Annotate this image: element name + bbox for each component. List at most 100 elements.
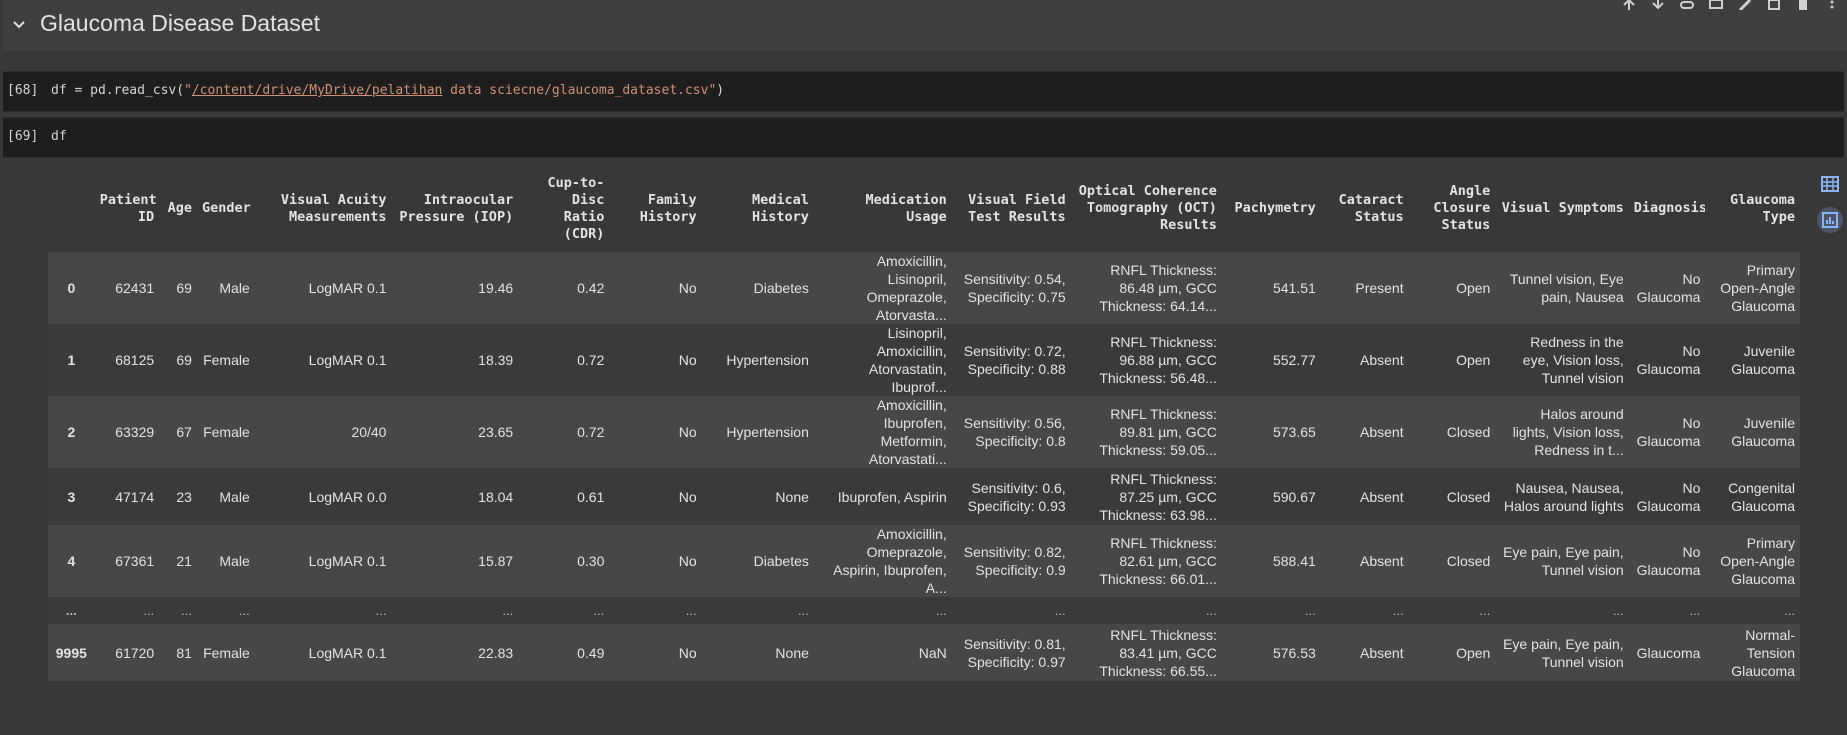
table-row: 9995 61720 81 Female LogMAR 0.1 22.83 0.49 No No… [48,624,1800,681]
table-cell: 19.46 [478,280,514,296]
code-string: .csv" [677,83,717,98]
chart-suggestion-icon [1822,212,1838,228]
table-cell: 20/40 [351,424,387,440]
column-header: Patient ID [99,191,157,225]
table-cell: Ibuprofen, Aspirin [837,488,947,505]
row-index: ... [65,603,77,618]
code-cell[interactable]: [69] df [3,117,1844,158]
table-cell: 68125 [115,352,155,368]
table-cell: ... [1304,602,1316,618]
delete-icon[interactable] [1796,0,1810,10]
link-icon[interactable] [1680,0,1694,10]
table-cell: 0.72 [577,424,605,440]
table-cell: Female [203,352,250,368]
more-vert-icon[interactable] [1825,0,1839,10]
table-cell: No Glaucoma [1636,479,1701,514]
table-cell: No [678,352,697,368]
table-cell: ... [798,602,809,618]
table-cell: No [678,553,697,569]
table-cell: 18.39 [478,352,514,368]
column-header: Family History [639,191,697,225]
table-cell: Sensitivity: 0.81, Specificity: 0.97 [963,635,1066,670]
table-cell: ... [181,602,192,618]
code-editor[interactable]: df [51,129,67,144]
table-cell: Closed [1446,553,1491,569]
edit-icon[interactable] [1738,0,1752,10]
table-cell: Female [203,424,250,440]
table-cell: ... [1392,602,1404,618]
table-cell: Amoxicillin, Omeprazole, Aspirin, Ibupro… [833,526,947,596]
table-cell: 63329 [115,424,155,440]
table-cell: Congenital Glaucoma [1728,479,1795,514]
mirror-cell-icon[interactable] [1767,0,1781,10]
table-cell: Primary Open-Angle Glaucoma [1720,535,1795,587]
table-cell: RNFL Thickness: 87.25 µm, GCC Thickness:… [1099,470,1217,523]
table-cell: Juvenile Glaucoma [1731,343,1795,377]
table-cell: 15.87 [478,553,514,569]
comment-icon[interactable] [1709,0,1723,10]
table-view-button[interactable] [1817,171,1843,197]
table-cell: 541.51 [1272,280,1316,296]
column-header: Angle Closure Status [1433,183,1491,233]
code-cell[interactable]: [68] df = pd.read_csv("/content/drive/My… [3,71,1844,112]
table-cell: Sensitivity: 0.82, Specificity: 0.9 [963,544,1066,578]
table-cell: Female [203,644,250,661]
table-cell: No Glaucoma [1636,544,1701,578]
table-cell: Open [1456,644,1491,661]
table-cell: No [678,280,697,296]
output-area: Patient ID Age Gender Visual Acuity Measure… [48,165,1800,735]
table-cell: ... [375,602,387,618]
row-index: 9995 [55,644,87,661]
table-cell: Nausea, Nausea, Halos around lights [1503,479,1624,514]
column-header: Visual Acuity Measurements [280,191,387,225]
code-text: df = pd.read_csv( [51,83,185,98]
table-cell: Closed [1446,488,1491,505]
dataframe-table: Patient ID Age Gender Visual Acuity Measure… [48,165,1800,681]
execution-count: [68] [7,83,39,98]
table-cell: ... [1784,602,1795,618]
table-cell: Present [1355,280,1404,296]
table-cell: Eye pain, Eye pain, Tunnel vision [1503,544,1624,578]
table-cell: No Glaucoma [1636,415,1701,449]
table-cell: Absent [1360,644,1404,661]
table-cell: 23.65 [478,424,514,440]
table-cell: Closed [1446,424,1491,440]
table-cell: ... [1479,602,1491,618]
table-cell: No Glaucoma [1636,271,1701,305]
execution-count: [69] [7,129,39,144]
row-index: 3 [67,488,76,505]
section-title: Glaucoma Disease Dataset [40,10,320,36]
table-cell: Primary Open-Angle Glaucoma [1720,262,1795,314]
table-row: 0 62431 69 Male LogMAR 0.1 19.46 0.42 No Diabete… [48,252,1800,324]
table-cell: ... [1054,602,1066,618]
arrow-down-icon[interactable] [1651,0,1665,10]
column-header: Cataract Status [1338,191,1404,225]
table-cell: ... [143,602,155,618]
table-cell: Sensitivity: 0.54, Specificity: 0.75 [963,271,1066,305]
table-cell: Tunnel vision, Eye pain, Nausea [1509,271,1624,305]
table-cell: No [678,644,697,661]
table-cell: LogMAR 0.1 [308,280,387,296]
table-cell: Male [219,553,250,569]
table-cell: 576.53 [1272,644,1316,661]
code-editor[interactable]: df = pd.read_csv("/content/drive/MyDrive… [51,83,724,98]
chart-suggestion-button[interactable] [1817,207,1843,233]
chevron-down-icon[interactable] [11,16,27,32]
table-row: 1 68125 69 Female LogMAR 0.1 18.39 0.72 No Hyper… [48,324,1800,396]
arrow-up-icon[interactable] [1622,0,1636,10]
table-cell: RNFL Thickness: 82.61 µm, GCC Thickness:… [1099,535,1217,587]
section-header: Glaucoma Disease Dataset [3,0,1847,50]
table-cell: 67361 [115,553,155,569]
column-header: Age [167,200,192,216]
row-index: 4 [67,553,76,569]
column-header: Visual Symptoms [1501,200,1624,216]
table-cell: Normal-Tension Glaucoma [1731,626,1795,679]
table-cell: 69 [176,280,192,296]
table-row: 4 67361 21 Male LogMAR 0.1 15.87 0.30 No Diabete… [48,525,1800,597]
table-cell: Absent [1360,424,1404,440]
table-cell: LogMAR 0.1 [308,352,387,368]
table-cell: 0.49 [577,644,605,661]
column-header: Optical Coherence Tomography (OCT) Resul… [1078,183,1217,233]
table-cell: 18.04 [478,488,514,505]
table-cell: RNFL Thickness: 96.88 µm, GCC Thickness:… [1099,334,1217,386]
